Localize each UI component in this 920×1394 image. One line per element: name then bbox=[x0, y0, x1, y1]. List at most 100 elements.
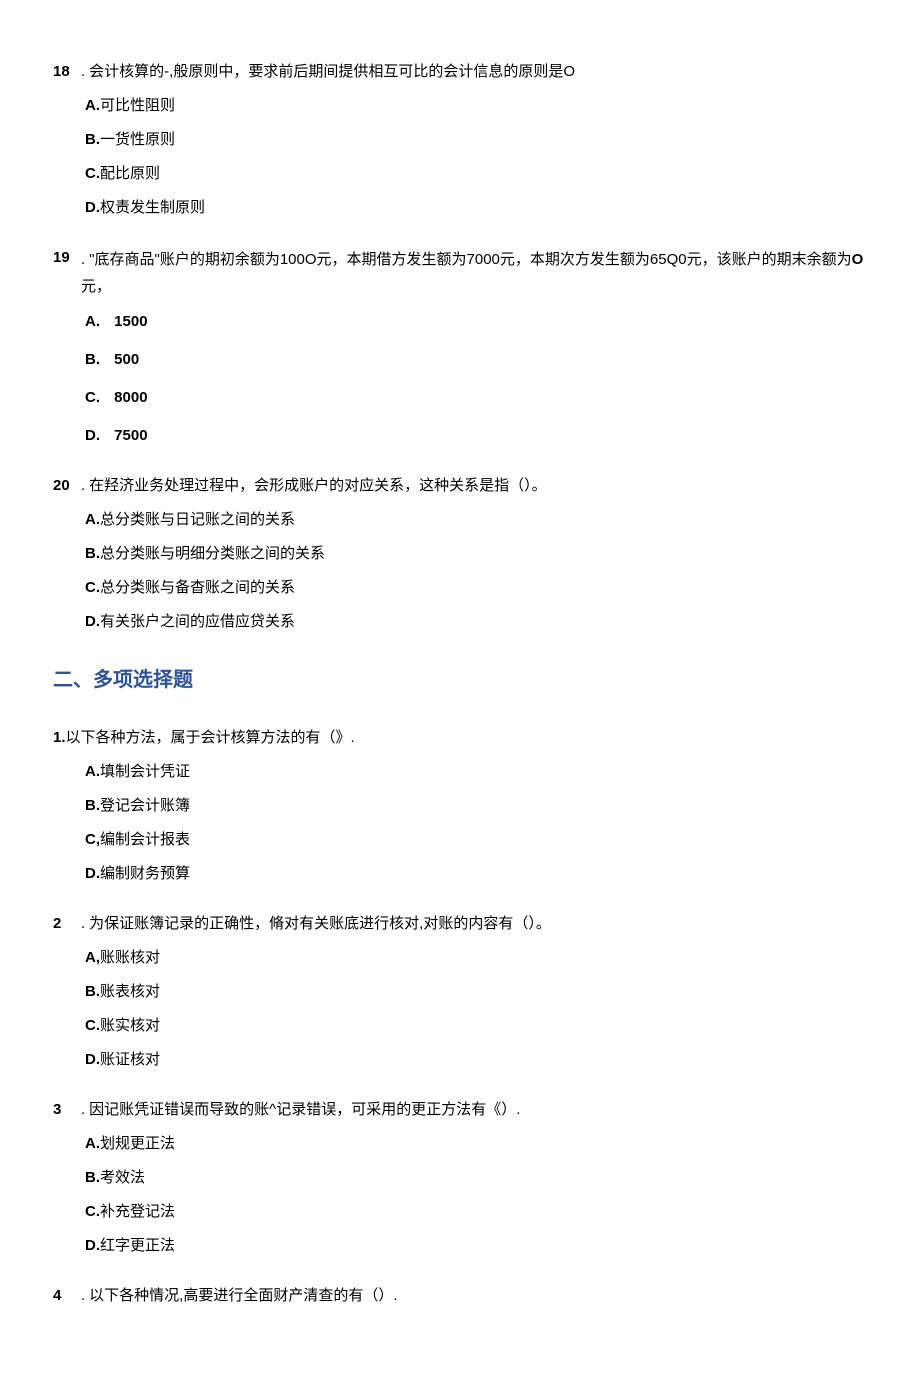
option: B.考效法 bbox=[85, 1166, 867, 1190]
option-text: 总分类账与日记账之间的关系 bbox=[100, 511, 295, 528]
option-text: 编制会计报表 bbox=[100, 831, 190, 848]
options: A,账账核对B.账表核对C.账实核对D.账证核对 bbox=[85, 946, 867, 1072]
option-text: 1500 bbox=[114, 313, 147, 330]
question-stem: 以下各种方法，属于会计核算方法的有（》. bbox=[66, 729, 355, 746]
option-text: 补充登记法 bbox=[100, 1203, 175, 1220]
option: D.账证核对 bbox=[85, 1048, 867, 1072]
options: A.总分类账与日记账之间的关系B.总分类账与明细分类账之间的关系C.总分类账与备… bbox=[85, 508, 867, 634]
question-header: 2.为保证账簿记录的正确性，脩对有关账底进行核对,对账的内容有（）。 bbox=[53, 912, 867, 936]
option: A,账账核对 bbox=[85, 946, 867, 970]
option-text: 填制会计凭证 bbox=[100, 763, 190, 780]
option-label: A. bbox=[85, 763, 100, 780]
question-number: 2 bbox=[53, 912, 81, 936]
option-label: D. bbox=[85, 613, 100, 630]
option-label: B. bbox=[85, 545, 100, 562]
question-number: 18 bbox=[53, 60, 81, 84]
option-label: D. bbox=[85, 865, 100, 882]
option: B. 500 bbox=[85, 348, 867, 372]
option-text: 权责发生制原则 bbox=[100, 199, 205, 216]
option-text: 账账核对 bbox=[100, 949, 160, 966]
question-stem: 为保证账簿记录的正确性，脩对有关账底进行核对,对账的内容有（）。 bbox=[89, 915, 551, 932]
options: A.可比性阻则B.一货性原则C.配比原则D.权责发生制原则 bbox=[85, 94, 867, 220]
question-stem-wrap: ."底存商品"账户的期初余额为100O元，本期借方发生额为7000元，本期次方发… bbox=[81, 246, 867, 300]
option-text: 总分类账与明细分类账之间的关系 bbox=[100, 545, 325, 562]
option: A. 1500 bbox=[85, 310, 867, 334]
option-label: B. bbox=[85, 797, 100, 814]
option: A.可比性阻则 bbox=[85, 94, 867, 118]
option: C.账实核对 bbox=[85, 1014, 867, 1038]
option-text: 可比性阻则 bbox=[100, 97, 175, 114]
option-text: 一货性原则 bbox=[100, 131, 175, 148]
option: C.总分类账与备杳账之间的关系 bbox=[85, 576, 867, 600]
question-header: 18.会计核算的-,般原则中，要求前后期间提供相互可比的会计信息的原则是O bbox=[53, 60, 867, 84]
option: C.配比原则 bbox=[85, 162, 867, 186]
question: 3.因记账凭证错误而导致的账^记录错误，可采用的更正方法有《）. A.划规更正法 B… bbox=[53, 1098, 867, 1258]
option-text: 考效法 bbox=[100, 1169, 145, 1186]
question-number: 20 bbox=[53, 474, 81, 498]
question-dot: . bbox=[81, 1101, 85, 1118]
option-label: C, bbox=[85, 831, 100, 848]
question-header: 3.因记账凭证错误而导致的账^记录错误，可采用的更正方法有《）. bbox=[53, 1098, 867, 1122]
question-header: 19."底存商品"账户的期初余额为100O元，本期借方发生额为7000元，本期次… bbox=[53, 246, 867, 300]
option: C.补充登记法 bbox=[85, 1200, 867, 1224]
option-label: C. bbox=[85, 1203, 100, 1220]
question-dot: . bbox=[81, 915, 85, 932]
option: A.划规更正法 bbox=[85, 1132, 867, 1156]
question-header: 20.在羟济业务处理过程中，会形成账户的对应关系，这种关系是指（）。 bbox=[53, 474, 867, 498]
option: C,编制会计报表 bbox=[85, 828, 867, 852]
option-text: 总分类账与备杳账之间的关系 bbox=[100, 579, 295, 596]
option-text: 账证核对 bbox=[100, 1051, 160, 1068]
question-stem-wrap: .为保证账簿记录的正确性，脩对有关账底进行核对,对账的内容有（）。 bbox=[81, 912, 867, 936]
question: 18.会计核算的-,般原则中，要求前后期间提供相互可比的会计信息的原则是O A.可… bbox=[53, 60, 867, 220]
option: D. 7500 bbox=[85, 424, 867, 448]
question-number: 3 bbox=[53, 1098, 81, 1122]
option-text: 编制财务预算 bbox=[100, 865, 190, 882]
question-number: 1. bbox=[53, 729, 66, 746]
question: 19."底存商品"账户的期初余额为100O元，本期借方发生额为7000元，本期次… bbox=[53, 246, 867, 448]
options: A. 1500B. 500C. 8000D. 7500 bbox=[85, 310, 867, 448]
option: B.账表核对 bbox=[85, 980, 867, 1004]
option-label: A, bbox=[85, 949, 100, 966]
option-label: C. bbox=[85, 579, 100, 596]
question-stem-tail: O bbox=[852, 251, 864, 268]
option-text: 红字更正法 bbox=[100, 1237, 175, 1254]
option-label: D. bbox=[85, 199, 100, 216]
option-label: B. bbox=[85, 131, 100, 148]
question-stem-wrap: .会计核算的-,般原则中，要求前后期间提供相互可比的会计信息的原则是O bbox=[81, 60, 867, 84]
option: A.填制会计凭证 bbox=[85, 760, 867, 784]
question-dot: . bbox=[81, 477, 85, 494]
question-stem: 在羟济业务处理过程中，会形成账户的对应关系，这种关系是指（）。 bbox=[89, 477, 547, 494]
option-label: B. bbox=[85, 351, 100, 368]
option-text: 500 bbox=[114, 351, 139, 368]
option-text: 账实核对 bbox=[100, 1017, 160, 1034]
question-stem: 会计核算的-,般原则中，要求前后期间提供相互可比的会计信息的原则是O bbox=[89, 63, 575, 80]
question-dot: . bbox=[81, 1287, 85, 1304]
question-s2-1: 1.以下各种方法，属于会计核算方法的有（》. A.填制会计凭证B.登记会计账簿C… bbox=[53, 726, 867, 886]
option-text: 账表核对 bbox=[100, 983, 160, 1000]
question-dot: . bbox=[81, 251, 85, 268]
question-dot: . bbox=[81, 63, 85, 80]
option-label: D. bbox=[85, 1051, 100, 1068]
question: 4.以下各种情况,高要进行全面财产清查的有（）. bbox=[53, 1284, 867, 1308]
options: A.划规更正法B.考效法C.补充登记法D.红字更正法 bbox=[85, 1132, 867, 1258]
option: D.有关张户之间的应借应贷关系 bbox=[85, 610, 867, 634]
question-number: 4 bbox=[53, 1284, 81, 1308]
option: B.总分类账与明细分类账之间的关系 bbox=[85, 542, 867, 566]
question-stem-wrap: .在羟济业务处理过程中，会形成账户的对应关系，这种关系是指（）。 bbox=[81, 474, 867, 498]
option-label: A. bbox=[85, 1135, 100, 1152]
option: B.一货性原则 bbox=[85, 128, 867, 152]
option-label: C. bbox=[85, 1017, 100, 1034]
section-title-multi: 二、多项选择题 bbox=[53, 664, 867, 696]
option-label: B. bbox=[85, 983, 100, 1000]
option-label: D. bbox=[85, 427, 100, 444]
option-label: A. bbox=[85, 313, 100, 330]
option-label: C. bbox=[85, 389, 100, 406]
option: D.编制财务预算 bbox=[85, 862, 867, 886]
option-text: 配比原则 bbox=[100, 165, 160, 182]
question-number: 19 bbox=[53, 246, 81, 270]
question-stem-wrap: .以下各种情况,高要进行全面财产清查的有（）. bbox=[81, 1284, 867, 1308]
option-label: B. bbox=[85, 1169, 100, 1186]
option: D.权责发生制原则 bbox=[85, 196, 867, 220]
question-stem: 因记账凭证错误而导致的账^记录错误，可采用的更正方法有《）. bbox=[89, 1101, 520, 1118]
option-label: A. bbox=[85, 97, 100, 114]
